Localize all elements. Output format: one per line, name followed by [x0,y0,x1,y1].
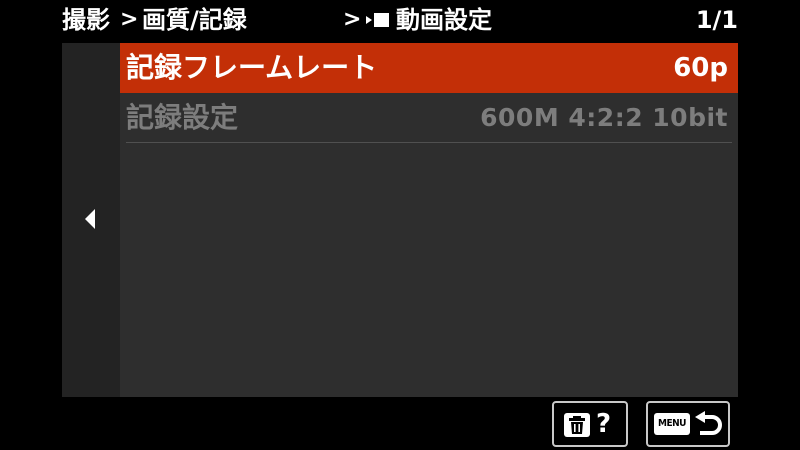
breadcrumb-image-quality[interactable]: 画質/記録 [142,0,247,40]
breadcrumb-movie-settings: 動画設定 [396,6,492,34]
triangle-left-icon[interactable] [84,208,96,230]
page-indicator: 1/1 [695,6,738,34]
menu-item-label: 記録設定 [126,101,239,134]
menu-item-value: 600M 4:2:2 10bit [480,103,728,132]
return-arrow-icon [695,411,722,435]
breadcrumb-shooting[interactable]: 撮影 [62,0,110,40]
trash-icon [564,413,590,437]
breadcrumb-separator: > [120,7,139,32]
help-label: ? [596,409,612,439]
breadcrumb-separator: > [343,7,362,32]
menu-list: 記録フレームレート 60p 記録設定 600M 4:2:2 10bit [120,43,738,397]
menu-return-button[interactable]: MENU [646,401,730,447]
movie-mode-icon [366,13,389,27]
menu-key-icon: MENU [654,413,690,435]
header-bar: 撮影 > 画質/記録 > 動画設定 1/1 [0,0,800,40]
delete-help-button[interactable]: ? [552,401,628,447]
menu-item-frame-rate[interactable]: 記録フレームレート 60p [120,43,738,93]
menu-item-record-setting: 記録設定 600M 4:2:2 10bit [126,93,732,143]
menu-item-value: 60p [673,53,728,83]
menu-item-label: 記録フレームレート [126,51,378,84]
